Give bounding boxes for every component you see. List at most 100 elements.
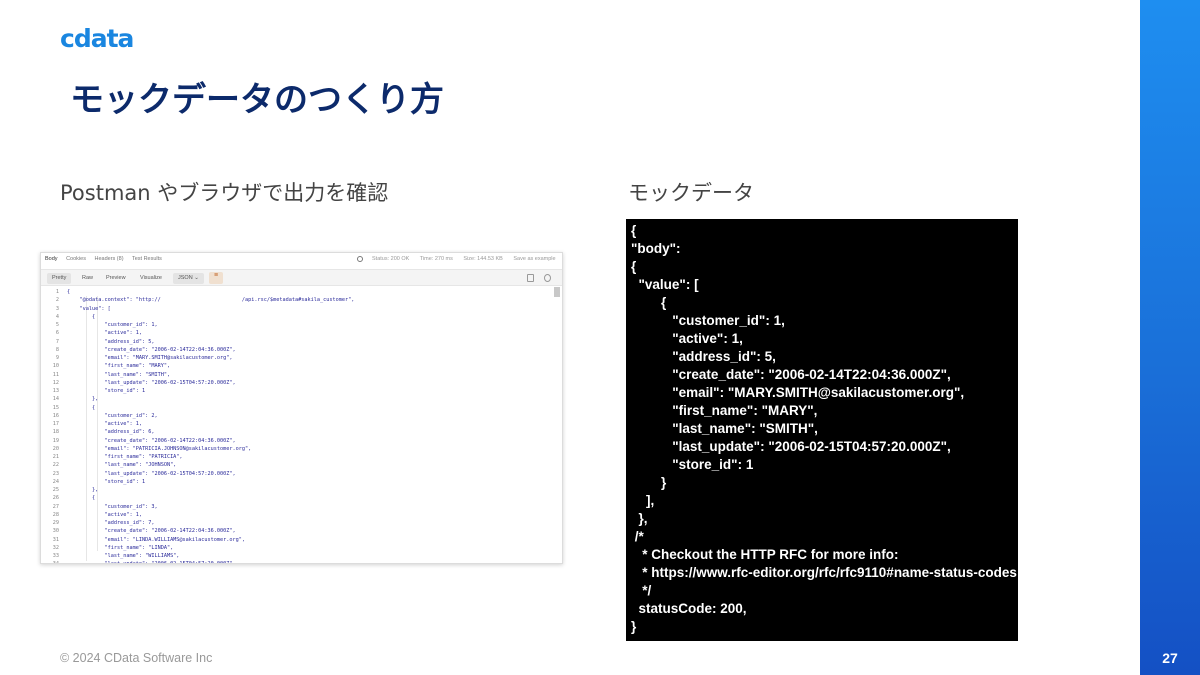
mock-code-line: "store_id": 1 [631,457,754,472]
raw-button[interactable]: Raw [77,273,98,284]
code-line: 21 "first_name": "PATRICIA", [41,453,562,461]
code-line: 16 "customer_id": 2, [41,412,562,420]
code-line: 7 "address_id": 5, [41,338,562,346]
code-text: "last_name": "JOHNSON", [67,462,177,469]
code-text: "create_date": "2006-02-14T22:04:36.000Z… [67,528,236,535]
code-text: "customer_id": 2, [67,412,158,419]
globe-icon [357,256,363,262]
copy-icon[interactable] [527,274,534,282]
code-text: { [67,404,96,411]
tab-body[interactable]: Body [45,256,58,262]
line-number: 23 [52,470,59,477]
line-number: 33 [52,553,59,559]
code-text: "address_id": 6, [67,429,155,436]
mock-code-line: "address_id": 5, [631,349,776,364]
line-number: 34 [41,560,67,563]
tab-cookies[interactable]: Cookies [66,256,86,262]
code-text: "customer_id": 1, [67,322,158,328]
code-line: 19 "create_date": "2006-02-14T22:04:36.0… [41,437,562,445]
code-line: 15 { [41,404,562,412]
code-line: 6 "active": 1, [41,329,562,337]
code-text: "active": 1, [67,511,142,518]
line-number: 10 [52,363,59,370]
code-line: 12 "last_update": "2006-02-15T04:57:20.0… [41,379,562,387]
slide-title: モックデータのつくり方 [70,80,444,120]
size-text: Size: 144.53 KB [463,256,503,263]
beautify-icon[interactable]: ≡ [209,272,223,284]
preview-button[interactable]: Preview [101,273,131,284]
tab-test-results[interactable]: Test Results [132,256,162,262]
code-text: "customer_id": 3, [67,503,158,510]
mock-code-line: { [631,259,637,274]
mock-code-line: * Checkout the HTTP RFC for more info: [631,547,899,562]
pretty-button[interactable]: Pretty [47,273,72,284]
line-number: 25 [52,487,59,493]
code-line: 31 "email": "LINDA.WILLIAMS@sakilacustom… [41,536,562,544]
code-line: 13 "store_id": 1 [41,387,562,395]
code-line: 8 "create_date": "2006-02-14T22:04:36.00… [41,346,562,354]
postman-tab-bar: Body Cookies Headers (8) Test Results St… [41,253,562,267]
line-number: 4 [55,313,59,320]
code-line: 28 "active": 1, [41,511,562,519]
code-line: 26 { [41,494,562,502]
mock-code-line: { [631,223,637,238]
code-line: 32 "first_name": "LINDA", [41,544,562,552]
mock-code-line: "customer_id": 1, [631,313,785,328]
line-number: 11 [52,371,59,378]
mock-code-line: "value": [ [631,277,699,292]
line-number: 7 [55,338,59,345]
line-number: 16 [52,412,59,419]
code-text: "last_update": "2006-02-15T04:57:20.000Z… [67,470,236,477]
code-text: "email": "LINDA.WILLIAMS@sakilacustomer.… [67,536,246,543]
save-example-button[interactable]: Save as example [513,256,555,262]
mock-code-line: "first_name": "MARY", [631,403,818,418]
code-line: 25 }, [41,486,562,494]
line-number: 31 [52,536,59,543]
visualize-button[interactable]: Visualize [135,273,167,284]
accent-sidebar [1140,0,1200,675]
mock-code-line: "email": "MARY.SMITH@sakilacustomer.org"… [631,385,965,400]
mock-code-line: /* [631,529,644,544]
code-line: 33 "last_name": "WILLIAMS", [41,552,562,560]
code-text: "last_name": "SMITH", [67,371,171,378]
code-text: "address_id": 7, [67,520,155,526]
code-text: "first_name": "PATRICIA", [67,454,183,460]
mock-code-line: { [631,295,667,310]
line-number: 19 [52,437,59,444]
code-text: { [67,289,71,295]
code-text: "store_id": 1 [67,478,146,485]
line-number: 8 [55,346,59,353]
line-number: 14 [52,396,59,403]
code-line: 4 { [41,313,562,321]
status-text: Status: 200 OK [372,256,410,263]
copyright-text: © 2024 CData Software Inc [60,651,213,665]
line-number: 26 [52,495,59,502]
time-text: Time: 270 ms [419,256,453,263]
code-line: 18 "address_id": 6, [41,428,562,436]
tab-headers[interactable]: Headers (8) [94,256,123,262]
code-text: }, [67,487,99,493]
mock-code-line: }, [631,511,648,526]
postman-screenshot: Body Cookies Headers (8) Test Results St… [40,252,563,564]
code-text: "store_id": 1 [67,388,146,394]
code-line: 24 "store_id": 1 [41,478,562,486]
code-text: "value": [ [67,305,111,312]
code-line: 22 "last_name": "JOHNSON", [41,461,562,469]
line-number: 12 [52,379,59,386]
line-number: 22 [52,462,59,469]
code-text: "first_name": "MARY", [67,363,171,370]
code-line: 11 "last_name": "SMITH", [41,371,562,379]
search-icon[interactable] [544,274,551,282]
cdata-logo: cdata [60,24,134,53]
line-number: 28 [52,511,59,518]
mock-code-line: "create_date": "2006-02-14T22:04:36.000Z… [631,367,951,382]
code-line: 23 "last_update": "2006-02-15T04:57:20.0… [41,470,562,478]
code-text: "last_update": "2006-02-15T04:57:20.000Z… [67,379,236,386]
mock-code-line: * https://www.rfc-editor.org/rfc/rfc9110… [631,565,1017,580]
code-text: "email": "PATRICIA.JOHNSON@sakilacustome… [67,445,252,452]
code-text: "email": "MARY.SMITH@sakilacustomer.org"… [67,355,233,361]
code-line: 34 "last_update": "2006-02-15T04:57:20.0… [41,560,562,563]
format-select[interactable]: JSON ⌄ [173,273,204,284]
code-text: "last_update": "2006-02-15T04:57:20.000Z… [67,561,235,563]
code-text: "create_date": "2006-02-14T22:04:36.000Z… [67,346,236,353]
